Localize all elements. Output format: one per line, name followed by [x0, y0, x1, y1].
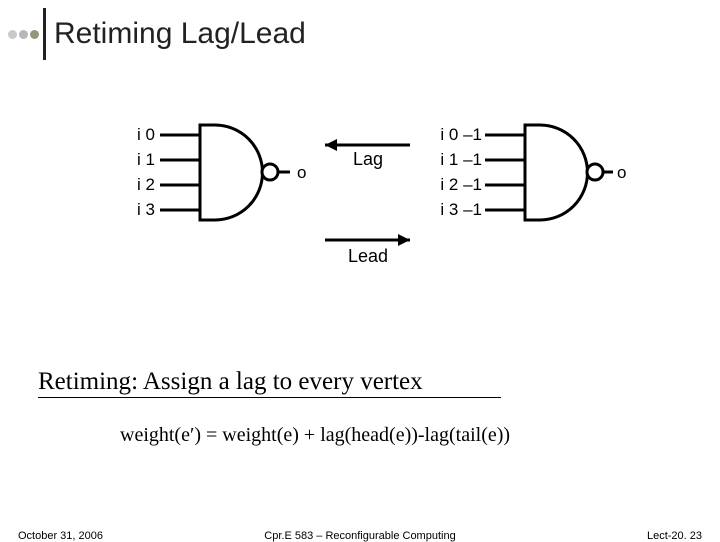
right-input-1: i 1 –1 — [440, 150, 482, 169]
left-input-0: i 0 — [137, 125, 155, 144]
left-input-3: i 3 — [137, 200, 155, 219]
dot-icon — [19, 30, 28, 39]
retiming-label: Retiming — [38, 368, 131, 395]
lead-arrow: Lead — [325, 234, 410, 266]
right-input-0: i 0 –1 — [440, 125, 482, 144]
left-gate: i 0 i 1 i 2 i 3 o — [137, 125, 306, 220]
left-output: o — [297, 163, 306, 182]
title-bar: Retiming Lag/Lead — [8, 8, 306, 60]
left-input-1: i 1 — [137, 150, 155, 169]
left-input-2: i 2 — [137, 175, 155, 194]
retiming-line: Retiming: Assign a lag to every vertex — [38, 368, 423, 396]
decorative-dots — [8, 30, 39, 39]
slide-title: Retiming Lag/Lead — [54, 17, 306, 51]
right-gate: i 0 –1 i 1 –1 i 2 –1 i 3 –1 o +1 — [440, 125, 630, 220]
lag-label: Lag — [353, 149, 383, 169]
retiming-underline — [38, 397, 501, 398]
lead-label: Lead — [348, 246, 388, 266]
retiming-diagram: i 0 i 1 i 2 i 3 o Lag Lead i 0 –1 i 1 –1… — [110, 115, 630, 295]
retiming-text: : Assign a lag to every vertex — [131, 368, 423, 395]
right-input-3: i 3 –1 — [440, 200, 482, 219]
formula: weight(e′) = weight(e) + lag(head(e))-la… — [120, 424, 510, 447]
footer-center: Cpr.E 583 – Reconfigurable Computing — [264, 530, 455, 542]
dot-icon — [30, 30, 39, 39]
footer-right: Lect-20. 23 — [647, 530, 702, 542]
dot-icon — [8, 30, 17, 39]
lag-arrow: Lag — [325, 139, 410, 169]
title-divider — [43, 8, 46, 60]
footer-date: October 31, 2006 — [18, 530, 103, 542]
right-output: o — [617, 163, 626, 182]
right-input-2: i 2 –1 — [440, 175, 482, 194]
